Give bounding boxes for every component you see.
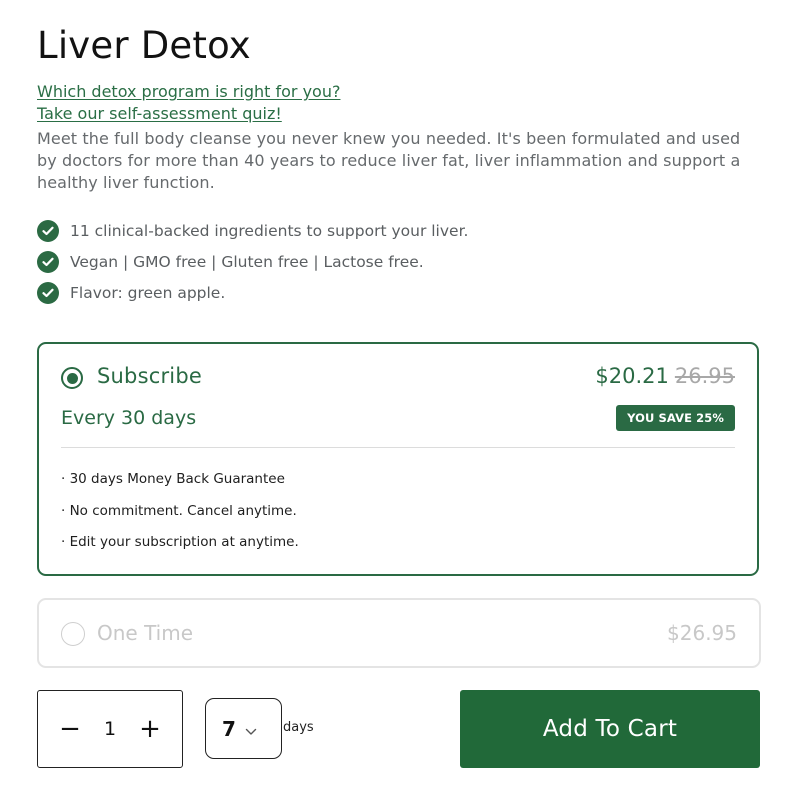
subscribe-radio[interactable] [61, 367, 83, 389]
quiz-links: Which detox program is right for you? Ta… [37, 81, 761, 125]
check-circle-icon [37, 281, 59, 304]
check-circle-icon [37, 219, 59, 242]
savings-badge: YOU SAVE 25% [616, 405, 735, 431]
one-time-radio[interactable] [61, 622, 85, 646]
days-label: days [283, 720, 314, 735]
subscribe-frequency: Every 30 days [61, 407, 197, 429]
perk-item: · No commitment. Cancel anytime. [61, 502, 297, 519]
decrement-button[interactable]: − [58, 716, 82, 742]
subscribe-plan-option[interactable]: Subscribe $20.21 26.95 Every 30 days YOU … [37, 342, 759, 576]
subscribe-price: $20.21 [595, 364, 669, 388]
one-time-plan-option[interactable]: One Time $26.95 [37, 598, 761, 668]
product-panel: Liver Detox Which detox program is right… [37, 20, 761, 324]
product-title: Liver Detox [37, 24, 251, 67]
feature-list: 11 clinical-backed ingredients to suppor… [37, 215, 761, 308]
feature-item: 11 clinical-backed ingredients to suppor… [37, 215, 761, 246]
days-select[interactable]: 7 [205, 698, 282, 759]
radio-selected-dot [66, 372, 78, 384]
feature-text: Vegan | GMO free | Gluten free | Lactose… [70, 252, 424, 271]
feature-item: Flavor: green apple. [37, 277, 761, 308]
check-circle-icon [37, 250, 59, 273]
subscribe-price-group: $20.21 26.95 [595, 364, 735, 388]
subscribe-perks: · 30 days Money Back Guarantee · No comm… [61, 468, 299, 563]
perk-item: · 30 days Money Back Guarantee [61, 471, 285, 487]
feature-text: Flavor: green apple. [70, 283, 226, 302]
increment-button[interactable]: + [138, 716, 162, 742]
perk-item: · Edit your subscription at anytime. [61, 534, 299, 550]
one-time-label: One Time [97, 621, 194, 645]
quantity-stepper: − 1 + [37, 690, 183, 768]
one-time-price: $26.95 [667, 621, 737, 645]
plan-divider [61, 447, 735, 448]
add-to-cart-button[interactable]: Add To Cart [460, 690, 760, 768]
feature-text: 11 clinical-backed ingredients to suppor… [70, 221, 469, 240]
feature-item: Vegan | GMO free | Gluten free | Lactose… [37, 246, 761, 277]
quiz-link-program[interactable]: Which detox program is right for you? [37, 81, 340, 103]
quiz-link-assessment[interactable]: Take our self-assessment quiz! [37, 103, 282, 125]
subscribe-old-price: 26.95 [674, 364, 735, 388]
chevron-down-icon [245, 721, 257, 740]
quantity-value[interactable]: 1 [104, 718, 116, 740]
product-description: Meet the full body cleanse you never kne… [37, 129, 741, 192]
subscribe-label: Subscribe [97, 364, 202, 388]
days-select-value: 7 [222, 716, 236, 741]
